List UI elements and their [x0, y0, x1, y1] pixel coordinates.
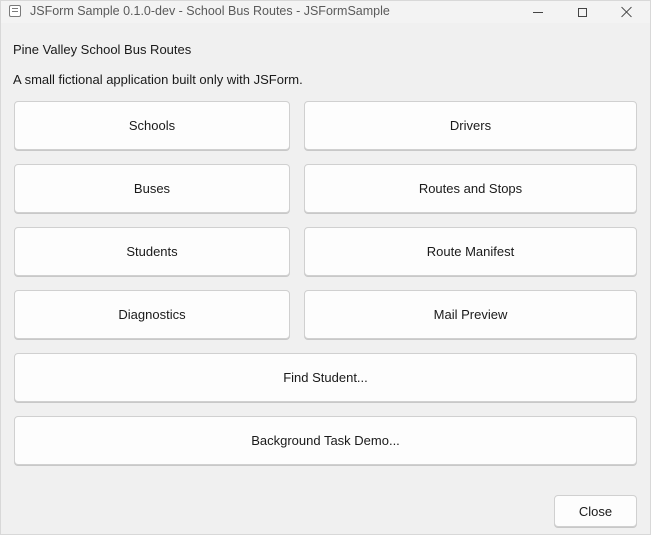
routes-and-stops-button[interactable]: Routes and Stops — [304, 164, 637, 213]
find-student-button[interactable]: Find Student... — [14, 353, 637, 402]
window-close-button[interactable] — [604, 1, 650, 23]
drivers-button[interactable]: Drivers — [304, 101, 637, 150]
mail-preview-button[interactable]: Mail Preview — [304, 290, 637, 339]
main-window: JSForm Sample 0.1.0-dev - School Bus Rou… — [0, 0, 651, 535]
diagnostics-button[interactable]: Diagnostics — [14, 290, 290, 339]
page-heading: Pine Valley School Bus Routes — [13, 42, 192, 57]
schools-button[interactable]: Schools — [14, 101, 290, 150]
minimize-icon — [533, 11, 543, 13]
title-bar[interactable]: JSForm Sample 0.1.0-dev - School Bus Rou… — [1, 1, 650, 23]
buses-button[interactable]: Buses — [14, 164, 290, 213]
app-window-icon — [9, 5, 21, 17]
students-button[interactable]: Students — [14, 227, 290, 276]
minimize-button[interactable] — [515, 1, 561, 23]
background-task-demo-button[interactable]: Background Task Demo... — [14, 416, 637, 465]
page-subtitle: A small fictional application built only… — [13, 72, 303, 87]
maximize-icon — [577, 7, 587, 17]
route-manifest-button[interactable]: Route Manifest — [304, 227, 637, 276]
maximize-button[interactable] — [559, 1, 605, 23]
close-icon — [621, 6, 633, 18]
close-button[interactable]: Close — [554, 495, 637, 527]
window-title: JSForm Sample 0.1.0-dev - School Bus Rou… — [30, 4, 390, 18]
